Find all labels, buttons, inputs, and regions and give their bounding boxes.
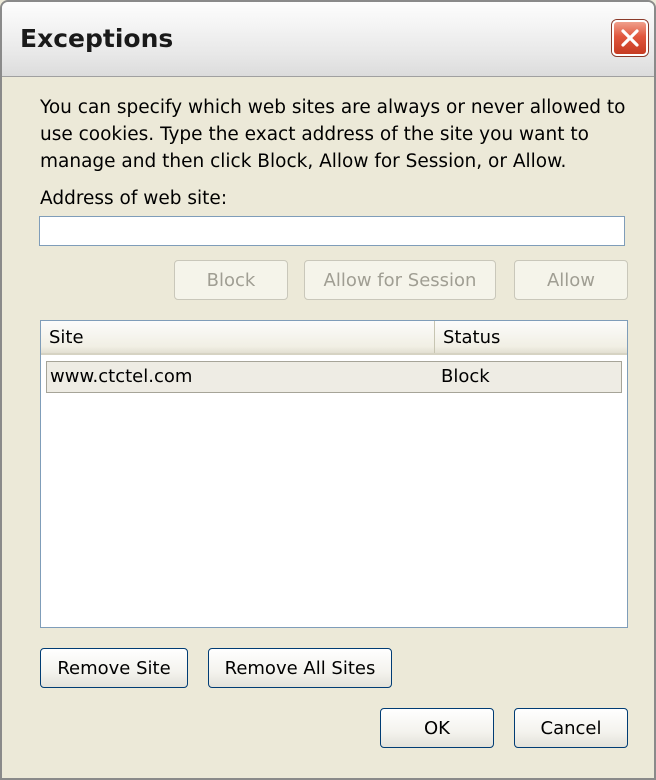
close-icon bbox=[621, 29, 639, 47]
allow-button[interactable]: Allow bbox=[514, 260, 628, 300]
ok-button[interactable]: OK bbox=[380, 708, 494, 748]
exceptions-list[interactable]: Site Status www.ctctel.com Block bbox=[40, 320, 628, 628]
address-input[interactable] bbox=[39, 216, 625, 246]
block-button[interactable]: Block bbox=[174, 260, 288, 300]
remove-site-button[interactable]: Remove Site bbox=[40, 648, 188, 688]
close-button[interactable] bbox=[612, 20, 648, 56]
column-header-site[interactable]: Site bbox=[41, 321, 435, 353]
window-title: Exceptions bbox=[20, 24, 174, 53]
list-row[interactable]: www.ctctel.com Block bbox=[46, 361, 622, 393]
row-site: www.ctctel.com bbox=[50, 366, 193, 387]
column-header-status[interactable]: Status bbox=[435, 321, 627, 353]
instructions-text: You can specify which web sites are alwa… bbox=[40, 97, 626, 172]
allow-for-session-button[interactable]: Allow for Session bbox=[304, 260, 496, 300]
list-header: Site Status bbox=[41, 321, 627, 355]
title-bar[interactable]: Exceptions bbox=[2, 2, 654, 77]
exceptions-dialog: Exceptions You can specify which web sit… bbox=[0, 0, 656, 780]
address-label: Address of web site: bbox=[40, 188, 228, 209]
cancel-button[interactable]: Cancel bbox=[514, 708, 628, 748]
row-status: Block bbox=[441, 366, 490, 387]
remove-all-sites-button[interactable]: Remove All Sites bbox=[208, 648, 392, 688]
